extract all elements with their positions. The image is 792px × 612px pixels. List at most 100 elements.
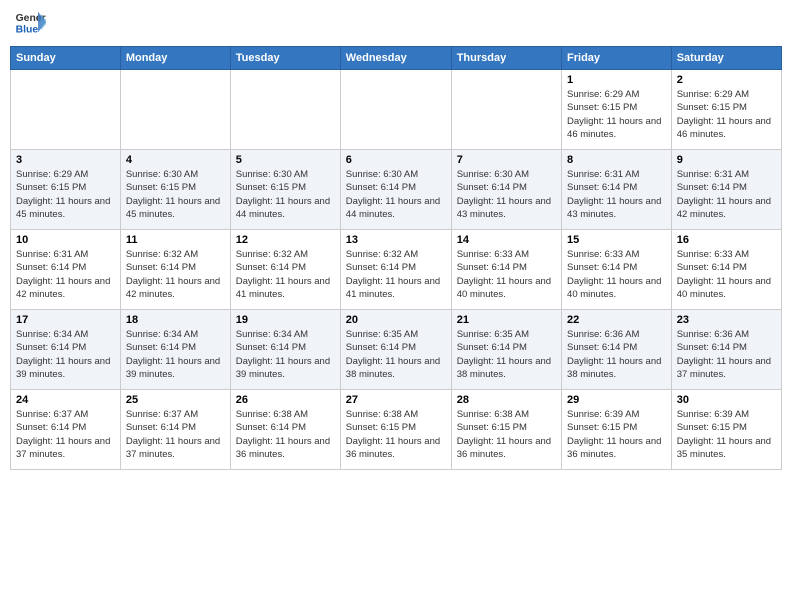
day-cell: [451, 70, 561, 150]
day-info: Sunrise: 6:37 AM Sunset: 6:14 PM Dayligh…: [126, 408, 225, 461]
day-info: Sunrise: 6:38 AM Sunset: 6:15 PM Dayligh…: [457, 408, 556, 461]
day-number: 2: [677, 74, 776, 86]
day-cell: 24 Sunrise: 6:37 AM Sunset: 6:14 PM Dayli…: [11, 390, 121, 470]
page-header: General Blue: [10, 10, 782, 38]
day-cell: [11, 70, 121, 150]
day-info: Sunrise: 6:39 AM Sunset: 6:15 PM Dayligh…: [567, 408, 666, 461]
day-cell: 21Sunrise: 6:35 AM Sunset: 6:14 PM Dayli…: [451, 310, 561, 390]
week-row-5: 24 Sunrise: 6:37 AM Sunset: 6:14 PM Dayli…: [11, 390, 782, 470]
logo: General Blue: [14, 10, 46, 38]
day-number: 22: [567, 314, 666, 326]
day-cell: 20Sunrise: 6:35 AM Sunset: 6:14 PM Dayli…: [340, 310, 451, 390]
day-number: 14: [457, 234, 556, 246]
day-number: 3: [16, 154, 115, 166]
day-info: Sunrise: 6:34 AM Sunset: 6:14 PM Dayligh…: [16, 328, 115, 381]
header-row: SundayMondayTuesdayWednesdayThursdayFrid…: [11, 47, 782, 70]
day-cell: 23 Sunrise: 6:36 AM Sunset: 6:14 PM Dayli…: [671, 310, 781, 390]
day-cell: 25Sunrise: 6:37 AM Sunset: 6:14 PM Dayli…: [120, 390, 230, 470]
day-info: Sunrise: 6:38 AM Sunset: 6:15 PM Dayligh…: [346, 408, 446, 461]
day-cell: 8 Sunrise: 6:31 AM Sunset: 6:14 PM Daylig…: [562, 150, 672, 230]
day-number: 28: [457, 394, 556, 406]
day-cell: 14Sunrise: 6:33 AM Sunset: 6:14 PM Dayli…: [451, 230, 561, 310]
day-cell: 11Sunrise: 6:32 AM Sunset: 6:14 PM Dayli…: [120, 230, 230, 310]
day-info: Sunrise: 6:33 AM Sunset: 6:14 PM Dayligh…: [567, 248, 666, 301]
col-header-friday: Friday: [562, 47, 672, 70]
calendar-table: SundayMondayTuesdayWednesdayThursdayFrid…: [10, 46, 782, 470]
col-header-thursday: Thursday: [451, 47, 561, 70]
day-info: Sunrise: 6:30 AM Sunset: 6:15 PM Dayligh…: [126, 168, 225, 221]
week-row-4: 17 Sunrise: 6:34 AM Sunset: 6:14 PM Dayli…: [11, 310, 782, 390]
day-info: Sunrise: 6:32 AM Sunset: 6:14 PM Dayligh…: [126, 248, 225, 301]
day-number: 10: [16, 234, 115, 246]
week-row-1: 1 Sunrise: 6:29 AM Sunset: 6:15 PM Daylig…: [11, 70, 782, 150]
day-cell: [340, 70, 451, 150]
day-number: 27: [346, 394, 446, 406]
day-info: Sunrise: 6:29 AM Sunset: 6:15 PM Dayligh…: [16, 168, 115, 221]
day-number: 20: [346, 314, 446, 326]
day-cell: [230, 70, 340, 150]
day-cell: 18Sunrise: 6:34 AM Sunset: 6:14 PM Dayli…: [120, 310, 230, 390]
day-info: Sunrise: 6:32 AM Sunset: 6:14 PM Dayligh…: [346, 248, 446, 301]
day-cell: 15 Sunrise: 6:33 AM Sunset: 6:14 PM Dayli…: [562, 230, 672, 310]
day-info: Sunrise: 6:31 AM Sunset: 6:14 PM Dayligh…: [677, 168, 776, 221]
day-info: Sunrise: 6:34 AM Sunset: 6:14 PM Dayligh…: [126, 328, 225, 381]
col-header-saturday: Saturday: [671, 47, 781, 70]
day-cell: 12 Sunrise: 6:32 AM Sunset: 6:14 PM Dayli…: [230, 230, 340, 310]
day-info: Sunrise: 6:35 AM Sunset: 6:14 PM Dayligh…: [457, 328, 556, 381]
day-cell: 28 Sunrise: 6:38 AM Sunset: 6:15 PM Dayli…: [451, 390, 561, 470]
svg-text:Blue: Blue: [16, 24, 39, 35]
day-info: Sunrise: 6:36 AM Sunset: 6:14 PM Dayligh…: [677, 328, 776, 381]
col-header-sunday: Sunday: [11, 47, 121, 70]
day-info: Sunrise: 6:33 AM Sunset: 6:14 PM Dayligh…: [677, 248, 776, 301]
day-cell: 27 Sunrise: 6:38 AM Sunset: 6:15 PM Dayli…: [340, 390, 451, 470]
day-cell: 29 Sunrise: 6:39 AM Sunset: 6:15 PM Dayli…: [562, 390, 672, 470]
logo-icon: General Blue: [14, 10, 46, 38]
day-info: Sunrise: 6:30 AM Sunset: 6:14 PM Dayligh…: [346, 168, 446, 221]
day-number: 15: [567, 234, 666, 246]
day-info: Sunrise: 6:29 AM Sunset: 6:15 PM Dayligh…: [677, 88, 776, 141]
day-cell: 2 Sunrise: 6:29 AM Sunset: 6:15 PM Daylig…: [671, 70, 781, 150]
week-row-2: 3 Sunrise: 6:29 AM Sunset: 6:15 PM Daylig…: [11, 150, 782, 230]
day-cell: 4 Sunrise: 6:30 AM Sunset: 6:15 PM Daylig…: [120, 150, 230, 230]
day-cell: 6 Sunrise: 6:30 AM Sunset: 6:14 PM Daylig…: [340, 150, 451, 230]
day-number: 29: [567, 394, 666, 406]
day-number: 9: [677, 154, 776, 166]
day-info: Sunrise: 6:31 AM Sunset: 6:14 PM Dayligh…: [16, 248, 115, 301]
day-number: 6: [346, 154, 446, 166]
day-number: 17: [16, 314, 115, 326]
day-info: Sunrise: 6:34 AM Sunset: 6:14 PM Dayligh…: [236, 328, 335, 381]
day-cell: 3 Sunrise: 6:29 AM Sunset: 6:15 PM Daylig…: [11, 150, 121, 230]
day-info: Sunrise: 6:31 AM Sunset: 6:14 PM Dayligh…: [567, 168, 666, 221]
day-cell: 1Sunrise: 6:29 AM Sunset: 6:15 PM Daylig…: [562, 70, 672, 150]
day-cell: 26 Sunrise: 6:38 AM Sunset: 6:14 PM Dayli…: [230, 390, 340, 470]
day-number: 23: [677, 314, 776, 326]
day-number: 16: [677, 234, 776, 246]
day-cell: 9 Sunrise: 6:31 AM Sunset: 6:14 PM Daylig…: [671, 150, 781, 230]
day-number: 12: [236, 234, 335, 246]
day-cell: 30 Sunrise: 6:39 AM Sunset: 6:15 PM Dayli…: [671, 390, 781, 470]
day-cell: 16 Sunrise: 6:33 AM Sunset: 6:14 PM Dayli…: [671, 230, 781, 310]
day-info: Sunrise: 6:32 AM Sunset: 6:14 PM Dayligh…: [236, 248, 335, 301]
day-cell: 19 Sunrise: 6:34 AM Sunset: 6:14 PM Dayli…: [230, 310, 340, 390]
day-number: 4: [126, 154, 225, 166]
day-info: Sunrise: 6:30 AM Sunset: 6:15 PM Dayligh…: [236, 168, 335, 221]
week-row-3: 10 Sunrise: 6:31 AM Sunset: 6:14 PM Dayli…: [11, 230, 782, 310]
day-number: 8: [567, 154, 666, 166]
day-number: 19: [236, 314, 335, 326]
day-info: Sunrise: 6:38 AM Sunset: 6:14 PM Dayligh…: [236, 408, 335, 461]
day-number: 13: [346, 234, 446, 246]
day-number: 1: [567, 74, 666, 86]
day-number: 26: [236, 394, 335, 406]
day-info: Sunrise: 6:36 AM Sunset: 6:14 PM Dayligh…: [567, 328, 666, 381]
day-number: 5: [236, 154, 335, 166]
day-number: 7: [457, 154, 556, 166]
day-number: 30: [677, 394, 776, 406]
day-cell: 7Sunrise: 6:30 AM Sunset: 6:14 PM Daylig…: [451, 150, 561, 230]
day-cell: [120, 70, 230, 150]
day-info: Sunrise: 6:39 AM Sunset: 6:15 PM Dayligh…: [677, 408, 776, 461]
day-cell: 22 Sunrise: 6:36 AM Sunset: 6:14 PM Dayli…: [562, 310, 672, 390]
day-cell: 17 Sunrise: 6:34 AM Sunset: 6:14 PM Dayli…: [11, 310, 121, 390]
day-cell: 13 Sunrise: 6:32 AM Sunset: 6:14 PM Dayli…: [340, 230, 451, 310]
day-info: Sunrise: 6:37 AM Sunset: 6:14 PM Dayligh…: [16, 408, 115, 461]
day-number: 24: [16, 394, 115, 406]
